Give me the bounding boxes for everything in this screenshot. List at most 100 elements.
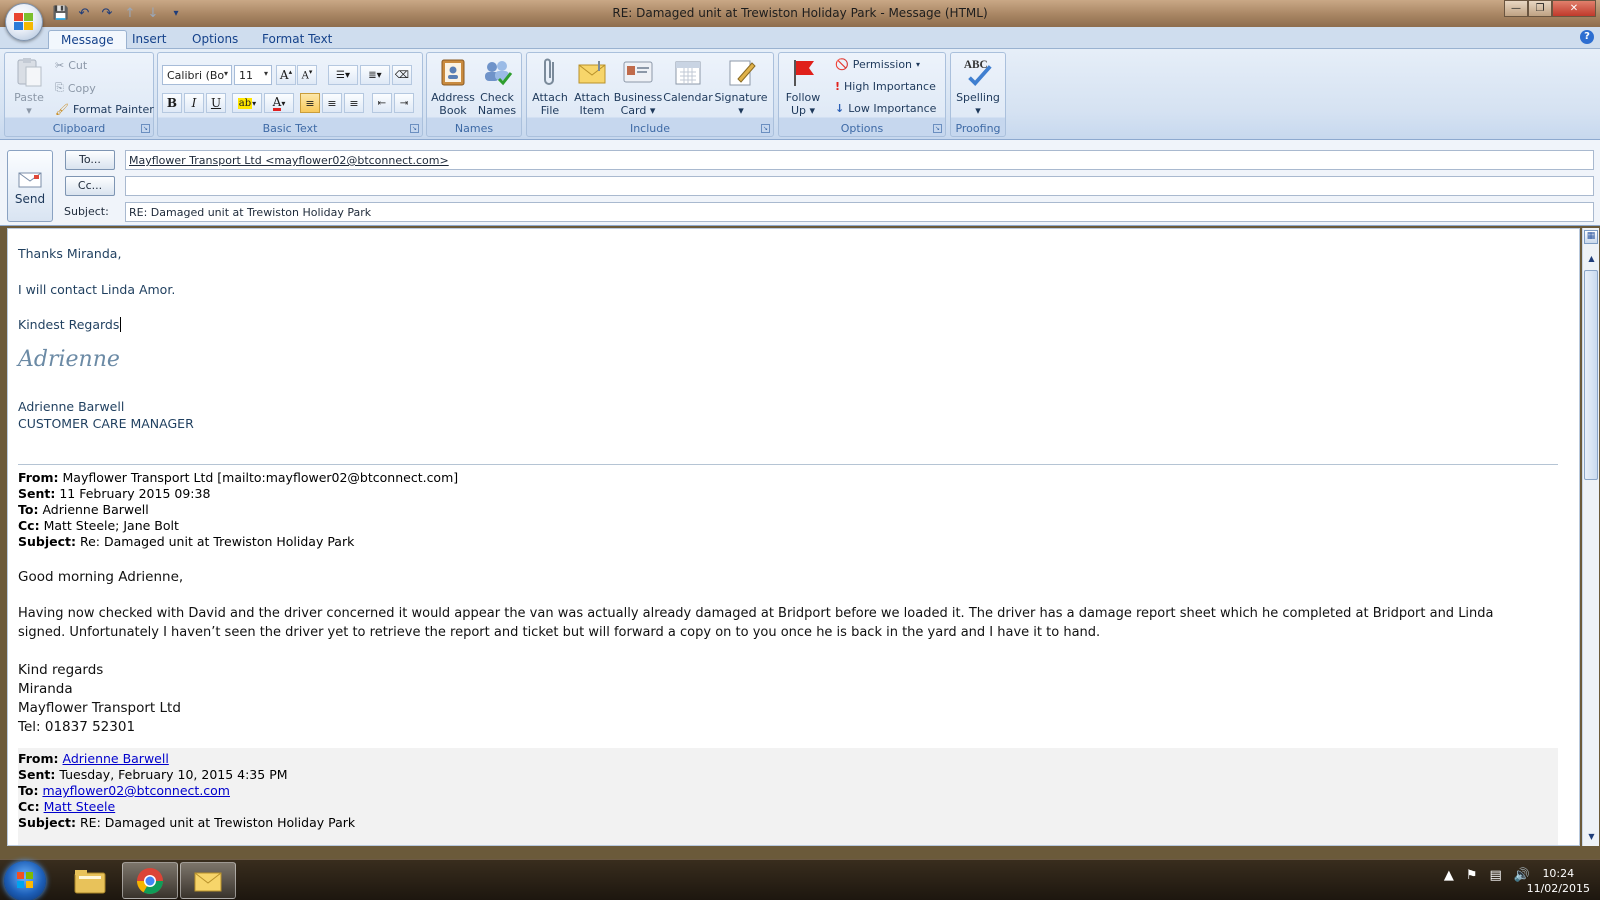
italic-button[interactable]: I (184, 93, 204, 113)
scroll-up-icon[interactable]: ▲ (1586, 254, 1597, 266)
cc-field[interactable] (125, 176, 1594, 196)
taskbar-explorer[interactable] (62, 862, 118, 899)
quote2-cc: Cc: Matt Steele (18, 799, 116, 814)
quote2-from-link[interactable]: Adrienne Barwell (63, 751, 169, 766)
quote2-to-link[interactable]: mayflower02@btconnect.com (42, 783, 230, 798)
clear-formatting-button[interactable]: ⌫ (392, 65, 412, 85)
ribbon-tab-bar: Message Insert Options Format Text (0, 27, 1600, 49)
decrease-indent-button[interactable]: ⇤ (372, 93, 392, 113)
close-button[interactable]: ✕ (1552, 0, 1596, 17)
copy-icon: ⎘ (55, 81, 64, 94)
network-icon[interactable]: ▤ (1490, 868, 1502, 883)
grow-font-icon: A▴ (279, 68, 293, 82)
basic-text-launcher-icon[interactable]: ↘ (410, 124, 419, 133)
quote1-from: From: Mayflower Transport Ltd [mailto:ma… (18, 470, 459, 485)
to-button[interactable]: To... (65, 150, 115, 170)
low-importance-button[interactable]: ↓ Low Importance (835, 102, 936, 115)
body-line: I will contact Linda Amor. (18, 282, 176, 297)
copy-button[interactable]: ⎘ Copy (55, 81, 96, 95)
permission-button[interactable]: 🚫 Permission ▾ (835, 58, 920, 71)
quote1-paragraph-line1: Having now checked with David and the dr… (18, 606, 1494, 621)
system-tray: ▲ ⚑ ▤ 🔊 (1444, 868, 1530, 883)
follow-up-button[interactable]: Follow Up ▾ (781, 56, 825, 117)
help-icon[interactable]: ? (1580, 30, 1594, 44)
to-field[interactable]: Mayflower Transport Ltd <mayflower02@btc… (125, 150, 1594, 170)
bold-button[interactable]: B (162, 93, 182, 113)
font-color-button[interactable]: A ▾ (264, 93, 294, 113)
spelling-check-icon: ABC (962, 56, 994, 88)
taskbar-outlook[interactable] (180, 862, 236, 899)
windows-logo-icon (17, 872, 33, 888)
scissors-icon: ✂ (55, 59, 65, 72)
font-name-combo[interactable]: Calibri (Bo ▾ (162, 65, 232, 85)
names-group-label: Names (454, 122, 494, 135)
business-card-icon (622, 56, 654, 88)
clock[interactable]: 10:24 11/02/2015 (1527, 866, 1590, 896)
outlook-icon (194, 872, 222, 891)
send-button[interactable]: Send (7, 150, 53, 222)
high-importance-button[interactable]: ! High Importance (835, 80, 936, 93)
align-center-button[interactable]: ≡ (322, 93, 342, 113)
increase-indent-button[interactable]: ⇥ (394, 93, 414, 113)
align-right-button[interactable]: ≡ (344, 93, 364, 113)
cc-button[interactable]: Cc... (65, 176, 115, 196)
quote1-greeting: Good morning Adrienne, (18, 569, 184, 585)
address-book-button[interactable]: Address Book (431, 56, 475, 117)
underline-button[interactable]: U (206, 93, 226, 113)
subject-label: Subject: (64, 205, 109, 218)
signature-button[interactable]: Signature ▾ (713, 56, 769, 117)
scroll-thumb[interactable] (1584, 270, 1598, 480)
taskbar-chrome[interactable] (122, 862, 178, 899)
tab-message[interactable]: Message (48, 30, 127, 49)
quote1-company: Mayflower Transport Ltd (18, 700, 181, 716)
tab-options[interactable]: Options (180, 30, 250, 49)
quote2-sent: Sent: Tuesday, February 10, 2015 4:35 PM (18, 767, 288, 782)
attach-file-button[interactable]: Attach File (529, 56, 571, 117)
body-greeting: Thanks Miranda, (18, 246, 122, 261)
bullets-button[interactable]: ☰▾ (328, 65, 358, 85)
quote2-header-block (18, 748, 1558, 845)
basic-text-group-label: Basic Text (262, 122, 318, 135)
options-launcher-icon[interactable]: ↘ (933, 124, 942, 133)
vertical-scrollbar[interactable]: ▦ ▲ ▼ (1582, 228, 1599, 846)
spelling-button[interactable]: ABC Spelling ▾ (953, 56, 1003, 117)
tab-format-text[interactable]: Format Text (250, 30, 344, 49)
check-names-button[interactable]: Check Names (475, 56, 519, 117)
address-book-icon (437, 56, 469, 88)
start-button[interactable] (4, 861, 46, 900)
scroll-down-icon[interactable]: ▼ (1586, 832, 1597, 844)
highlight-button[interactable]: ab ▾ (232, 93, 262, 113)
basic-text-group: Calibri (Bo ▾ 11 ▾ A▴ A▾ ☰▾ ≣▾ ⌫ B I U ab ▾… (157, 52, 423, 137)
clipboard-group-label: Clipboard (52, 122, 106, 135)
quote2-subject: Subject: RE: Damaged unit at Trewiston H… (18, 815, 356, 830)
chevron-down-icon: ▾ (263, 69, 268, 78)
shrink-font-button[interactable]: A▾ (297, 65, 317, 85)
action-center-flag-icon[interactable]: ⚑ (1466, 868, 1478, 883)
business-card-button[interactable]: Business Card ▾ (613, 56, 663, 117)
subject-field[interactable]: RE: Damaged unit at Trewiston Holiday Pa… (125, 202, 1594, 222)
quote1-sent: Sent: 11 February 2015 09:38 (18, 486, 211, 501)
include-launcher-icon[interactable]: ↘ (761, 124, 770, 133)
grow-font-button[interactable]: A▴ (276, 65, 296, 85)
minimize-button[interactable]: — (1504, 0, 1528, 17)
quote2-cc-link[interactable]: Matt Steele (44, 799, 116, 814)
format-painter-button[interactable]: 🖌 Format Painter (55, 103, 154, 116)
view-ruler-icon[interactable]: ▦ (1584, 230, 1598, 244)
message-body[interactable]: Thanks Miranda, I will contact Linda Amo… (7, 228, 1580, 846)
bullet-list-icon: ☰▾ (336, 69, 350, 81)
show-hidden-icons-icon[interactable]: ▲ (1444, 868, 1454, 883)
align-left-button[interactable]: ≡ (300, 93, 320, 113)
tab-insert[interactable]: Insert (120, 30, 178, 49)
red-flag-icon (787, 56, 819, 88)
clipboard-group: Paste ▾ ✂ Cut ⎘ Copy 🖌 Format Painter Clipbo… (4, 52, 154, 137)
numbering-button[interactable]: ≣▾ (360, 65, 390, 85)
calendar-button[interactable]: Calendar (663, 56, 713, 104)
paste-button[interactable]: Paste ▾ (9, 56, 49, 117)
font-size-combo[interactable]: 11 ▾ (234, 65, 272, 85)
cut-button[interactable]: ✂ Cut (55, 59, 87, 72)
clipboard-launcher-icon[interactable]: ↘ (141, 124, 150, 133)
office-button[interactable] (5, 3, 43, 41)
maximize-button[interactable]: ❐ (1528, 0, 1552, 17)
decrease-indent-icon: ⇤ (377, 97, 387, 109)
attach-item-button[interactable]: Attach Item (571, 56, 613, 117)
